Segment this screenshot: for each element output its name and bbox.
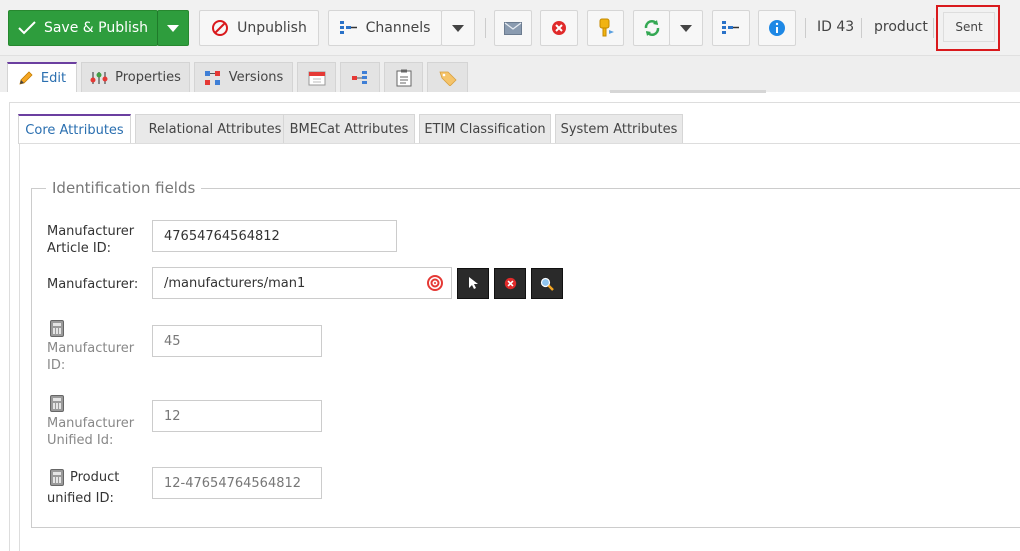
manufacturer-id-label: Manufacturer ID: — [47, 340, 134, 374]
key-icon — [599, 18, 614, 37]
tab-tags[interactable] — [427, 62, 468, 92]
channels-label: Channels — [365, 20, 431, 36]
label-line: Manufacturer — [47, 416, 135, 431]
label-line: ID: — [47, 358, 66, 373]
tab-versions[interactable]: Versions — [194, 62, 293, 92]
refresh-icon — [644, 20, 659, 36]
top-tab-bar: Edit Properties Versions — [0, 56, 1020, 92]
tab-system-attributes[interactable]: System Attributes — [555, 114, 683, 144]
unpublish-label: Unpublish — [237, 20, 307, 36]
manufacturer-article-id-label: Manufacturer Article ID: — [47, 223, 134, 257]
properties-icon — [90, 71, 108, 84]
tab-properties-label: Properties — [115, 70, 181, 85]
manufacturer-unified-id-field: 12 — [152, 400, 322, 432]
calculator-icon — [50, 320, 64, 337]
label-line: Manufacturer — [47, 224, 135, 239]
manufacturer-unified-id-label: Manufacturer Unified Id: — [47, 415, 134, 449]
checkmark-icon — [18, 21, 36, 35]
clipboard-icon — [396, 69, 411, 86]
channels-dropdown-button[interactable] — [441, 10, 475, 46]
object-type: product — [874, 19, 928, 35]
manufacturer-label: Manufacturer: — [47, 277, 139, 292]
reload-dropdown-button[interactable] — [669, 10, 703, 46]
toolbar: Save & Publish Unpublish Channels ID 43 … — [0, 0, 1020, 56]
delete-button[interactable] — [540, 10, 578, 46]
versions-icon — [204, 70, 220, 85]
fieldset-legend: Identification fields — [46, 179, 202, 197]
envelope-icon — [504, 21, 522, 35]
calculator-icon — [50, 469, 64, 486]
clear-relation-button[interactable] — [494, 268, 526, 299]
ban-icon — [212, 20, 229, 36]
cursor-icon — [469, 277, 478, 289]
manufacturer-input[interactable]: /manufacturers/man1 — [152, 267, 452, 299]
chevron-down-icon — [167, 24, 179, 32]
label-line: Unified Id: — [47, 433, 114, 448]
tab-edit[interactable]: Edit — [7, 62, 77, 92]
save-publish-button[interactable]: Save & Publish — [8, 10, 158, 46]
tree-icon — [722, 21, 739, 34]
search-relation-button[interactable] — [531, 268, 563, 299]
tab-dependencies[interactable] — [340, 62, 380, 92]
calendar-icon — [308, 71, 325, 85]
product-unified-id-field: 12-47654764564812 — [152, 467, 322, 499]
close-circle-icon — [504, 277, 516, 290]
label-line: Article ID: — [47, 241, 112, 256]
save-dropdown-button[interactable] — [157, 10, 189, 46]
chevron-down-icon — [452, 24, 464, 32]
close-circle-icon — [552, 21, 566, 35]
email-button[interactable] — [494, 10, 532, 46]
object-id: ID 43 — [817, 19, 855, 35]
tab-edit-label: Edit — [40, 70, 67, 86]
tab-properties[interactable]: Properties — [81, 62, 190, 92]
channels-button[interactable]: Channels — [328, 10, 442, 46]
tab-relational-attributes[interactable]: Relational Attributes — [135, 114, 295, 144]
target-icon[interactable] — [427, 275, 443, 291]
unpublish-button[interactable]: Unpublish — [199, 10, 319, 46]
toolbar-separator — [861, 18, 862, 38]
highlight-frame — [936, 5, 1000, 51]
tab-core-attributes[interactable]: Core Attributes — [18, 114, 131, 144]
channels-icon — [339, 21, 357, 34]
manufacturer-id-field: 45 — [152, 325, 322, 357]
toolbar-separator — [805, 18, 806, 38]
show-in-tree-button[interactable] — [712, 10, 750, 46]
toolbar-separator — [485, 18, 486, 38]
tag-icon — [438, 71, 457, 86]
manufacturer-article-id-input[interactable]: 47654764564812 — [152, 220, 397, 252]
tab-schedule[interactable] — [297, 62, 336, 92]
save-publish-label: Save & Publish — [43, 20, 149, 36]
tab-notes[interactable] — [384, 62, 423, 92]
info-icon — [769, 20, 785, 36]
pencil-icon — [19, 71, 33, 85]
label-line: Manufacturer — [47, 341, 135, 356]
open-relation-button[interactable] — [457, 268, 489, 299]
tab-etim-classification[interactable]: ETIM Classification — [419, 114, 551, 144]
chevron-down-icon — [680, 24, 692, 32]
search-icon — [540, 277, 554, 291]
reload-button[interactable] — [633, 10, 670, 46]
tab-versions-label: Versions — [228, 70, 284, 85]
product-unified-id-label-top: Product — [70, 470, 120, 485]
toolbar-separator — [933, 18, 934, 38]
product-unified-id-label-bottom: unified ID: — [47, 491, 114, 506]
dependencies-icon — [352, 70, 367, 84]
rename-button[interactable] — [587, 10, 624, 46]
manufacturer-value: /manufacturers/man1 — [164, 275, 306, 291]
calculator-icon — [50, 395, 64, 412]
tab-bmecat-attributes[interactable]: BMECat Attributes — [283, 114, 415, 144]
info-button[interactable] — [758, 10, 796, 46]
scroll-shadow — [610, 90, 766, 93]
